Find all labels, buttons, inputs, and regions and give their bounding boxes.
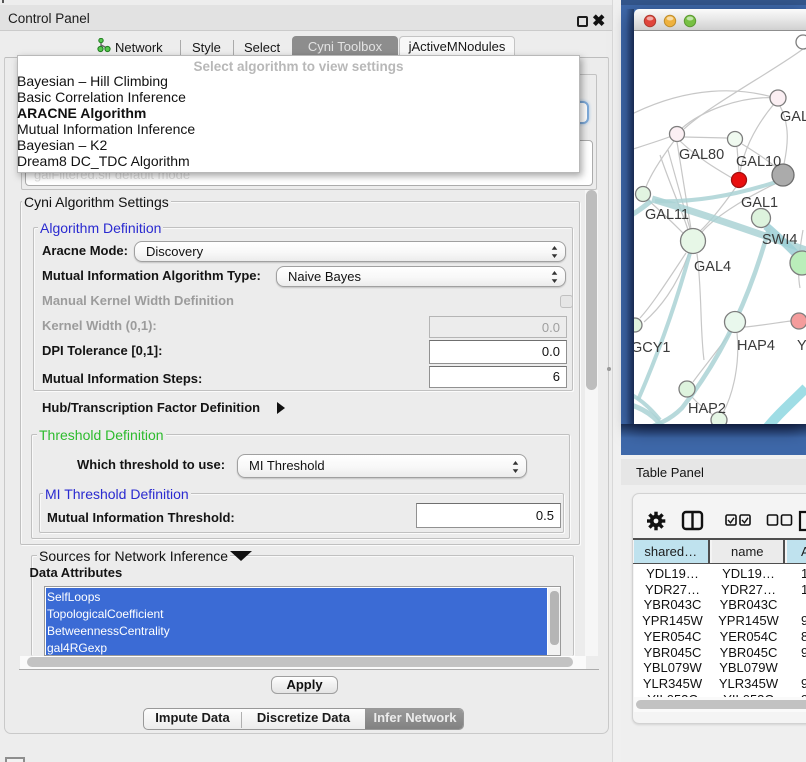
svg-text:HAP4: HAP4 — [737, 338, 775, 354]
svg-text:GCY1: GCY1 — [634, 340, 671, 356]
svg-text:GAL7: GAL7 — [780, 109, 806, 125]
svg-text:GAL10: GAL10 — [736, 154, 781, 170]
svg-text:SWI4: SWI4 — [762, 232, 797, 248]
svg-text:GAL80: GAL80 — [679, 147, 724, 163]
svg-text:GAL1: GAL1 — [741, 195, 778, 211]
svg-text:HAP2: HAP2 — [688, 401, 726, 417]
svg-text:GAL11: GAL11 — [645, 207, 689, 223]
svg-text:Y: Y — [797, 338, 806, 354]
svg-text:GAL4: GAL4 — [694, 259, 731, 275]
